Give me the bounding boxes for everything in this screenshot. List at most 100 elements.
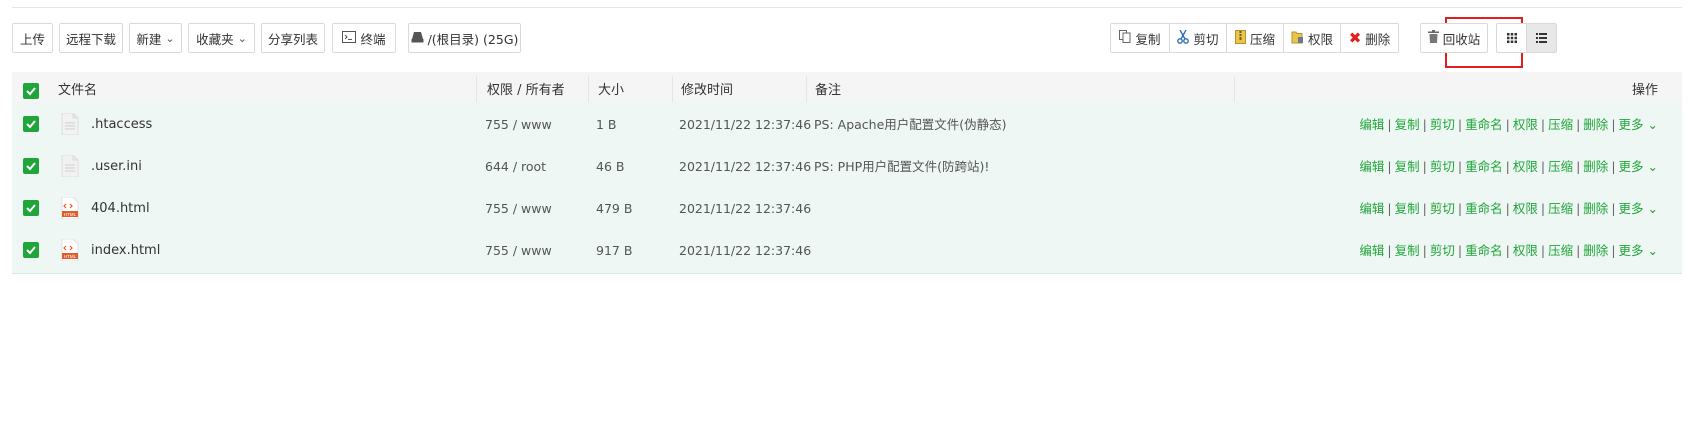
row-action-copy[interactable]: 复制 <box>1395 117 1420 132</box>
terminal-label: 终端 <box>360 31 386 47</box>
action-separator: | <box>1505 201 1510 216</box>
file-perm-owner[interactable]: 755 / www <box>485 186 552 231</box>
action-separator: | <box>1422 159 1427 174</box>
row-action-delete[interactable]: 删除 <box>1583 159 1608 174</box>
file-note[interactable]: PS: PHP用户配置文件(防跨站)! <box>814 144 989 189</box>
path-label: /(根目录) (25G) <box>427 31 519 47</box>
batch-compress-label: 压缩 <box>1249 31 1275 47</box>
grid-view-button[interactable] <box>1496 23 1527 53</box>
new-dropdown-button[interactable]: 新建 ⌄ <box>129 23 182 53</box>
file-name[interactable]: .user.ini <box>91 144 142 189</box>
action-separator: | <box>1505 159 1510 174</box>
row-action-copy[interactable]: 复制 <box>1395 159 1420 174</box>
row-action-more[interactable]: 更多 ⌄ <box>1619 201 1658 216</box>
terminal-button[interactable]: 终端 <box>332 23 396 53</box>
file-size: 46 B <box>596 159 625 174</box>
row-action-permission[interactable]: 权限 <box>1513 117 1538 132</box>
row-action-compress[interactable]: 压缩 <box>1548 117 1573 132</box>
row-action-edit[interactable]: 编辑 <box>1359 201 1384 216</box>
action-separator: | <box>1387 159 1392 174</box>
action-separator: | <box>1576 117 1581 132</box>
upload-button[interactable]: 上传 <box>12 23 53 53</box>
row-action-permission[interactable]: 权限 <box>1513 201 1538 216</box>
row-action-cut[interactable]: 剪切 <box>1430 117 1455 132</box>
share-list-label: 分享列表 <box>267 31 318 47</box>
row-action-permission[interactable]: 权限 <box>1513 159 1538 174</box>
file-name[interactable]: index.html <box>91 228 160 273</box>
scissors-icon <box>1177 29 1190 47</box>
row-action-compress[interactable]: 压缩 <box>1548 243 1573 258</box>
row-action-more[interactable]: 更多 ⌄ <box>1619 159 1658 174</box>
action-separator: | <box>1611 243 1616 258</box>
table-row[interactable]: .user.ini 644 / root 46 B 2021/11/22 12:37:… <box>12 144 1682 190</box>
file-mtime: 2021/11/22 12:37:46 <box>679 243 812 258</box>
file-name[interactable]: 404.html <box>91 186 150 231</box>
new-label: 新建 <box>136 31 162 47</box>
folder-lock-icon <box>1291 30 1304 47</box>
row-action-rename[interactable]: 重命名 <box>1465 159 1503 174</box>
row-action-permission[interactable]: 权限 <box>1513 243 1538 258</box>
file-note[interactable]: PS: Apache用户配置文件(伪静态) <box>814 102 1007 147</box>
row-action-copy[interactable]: 复制 <box>1395 201 1420 216</box>
row-action-delete[interactable]: 删除 <box>1583 243 1608 258</box>
upload-label: 上传 <box>19 31 45 47</box>
action-separator: | <box>1422 201 1427 216</box>
row-action-rename[interactable]: 重命名 <box>1465 201 1503 216</box>
trash-icon <box>1427 30 1439 46</box>
action-separator: | <box>1540 159 1546 174</box>
path-drive-button[interactable]: /(根目录) (25G) <box>408 23 521 53</box>
action-separator: | <box>1457 201 1463 216</box>
action-separator: | <box>1457 117 1463 132</box>
batch-permission-button[interactable]: 权限 <box>1283 23 1341 53</box>
batch-cut-label: 剪切 <box>1193 31 1219 47</box>
row-action-delete[interactable]: 删除 <box>1583 201 1608 216</box>
row-action-delete[interactable]: 删除 <box>1583 117 1608 132</box>
action-separator: | <box>1576 159 1581 174</box>
file-perm-owner[interactable]: 644 / root <box>485 144 546 189</box>
list-view-button[interactable] <box>1526 23 1557 53</box>
row-checkbox[interactable] <box>23 242 39 258</box>
share-list-button[interactable]: 分享列表 <box>261 23 325 53</box>
text-file-icon <box>61 112 79 136</box>
favorites-dropdown-button[interactable]: 收藏夹 ⌄ <box>188 23 255 53</box>
row-action-edit[interactable]: 编辑 <box>1359 117 1384 132</box>
chevron-down-icon: ⌄ <box>1643 159 1658 174</box>
row-action-more[interactable]: 更多 ⌄ <box>1619 243 1658 258</box>
row-action-compress[interactable]: 压缩 <box>1548 201 1573 216</box>
row-action-rename[interactable]: 重命名 <box>1465 117 1503 132</box>
row-action-edit[interactable]: 编辑 <box>1359 159 1384 174</box>
remote-download-button[interactable]: 远程下载 <box>59 23 123 53</box>
batch-delete-button[interactable]: ✖ 删除 <box>1340 23 1399 53</box>
table-row[interactable]: HTML 404.html 755 / www 479 B 2021/11/22 12:… <box>12 186 1682 232</box>
chevron-down-icon: ⌄ <box>1643 243 1658 258</box>
row-checkbox[interactable] <box>23 200 39 216</box>
file-size: 479 B <box>596 201 633 216</box>
file-name[interactable]: .htaccess <box>91 102 152 147</box>
row-checkbox[interactable] <box>23 158 39 174</box>
recycle-bin-button[interactable]: 回收站 <box>1420 23 1488 53</box>
row-checkbox[interactable] <box>23 116 39 132</box>
row-action-copy[interactable]: 复制 <box>1395 243 1420 258</box>
action-separator: | <box>1387 117 1392 132</box>
row-action-cut[interactable]: 剪切 <box>1430 201 1455 216</box>
action-separator: | <box>1457 243 1463 258</box>
table-row[interactable]: .htaccess 755 / www 1 B 2021/11/22 12:37:46… <box>12 102 1682 148</box>
batch-permission-label: 权限 <box>1307 31 1333 47</box>
chevron-down-icon: ⌄ <box>165 31 175 45</box>
select-all-checkbox[interactable] <box>23 83 39 99</box>
file-perm-owner[interactable]: 755 / www <box>485 102 552 147</box>
row-action-rename[interactable]: 重命名 <box>1465 243 1503 258</box>
chevron-down-icon: ⌄ <box>1643 201 1658 216</box>
file-perm-owner[interactable]: 755 / www <box>485 228 552 273</box>
batch-compress-button[interactable]: 压缩 <box>1226 23 1284 53</box>
action-separator: | <box>1540 243 1546 258</box>
batch-cut-button[interactable]: 剪切 <box>1169 23 1227 53</box>
batch-copy-button[interactable]: 复制 <box>1110 23 1170 53</box>
row-action-compress[interactable]: 压缩 <box>1548 159 1573 174</box>
row-action-cut[interactable]: 剪切 <box>1430 159 1455 174</box>
table-row[interactable]: HTML index.html 755 / www 917 B 2021/11/22 1… <box>12 228 1682 274</box>
row-action-edit[interactable]: 编辑 <box>1359 243 1384 258</box>
row-action-cut[interactable]: 剪切 <box>1430 243 1455 258</box>
action-separator: | <box>1422 117 1427 132</box>
row-action-more[interactable]: 更多 ⌄ <box>1619 117 1658 132</box>
